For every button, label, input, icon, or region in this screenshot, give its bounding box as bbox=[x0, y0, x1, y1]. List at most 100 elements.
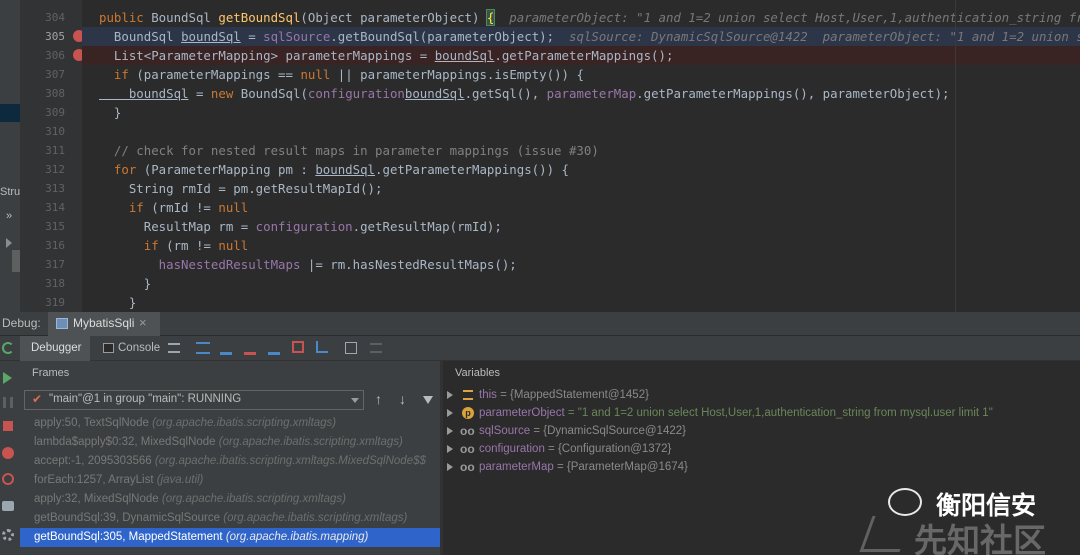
expand-arrow-icon[interactable] bbox=[447, 427, 453, 435]
editor-gutter: 304 305 306 307 308 309 310 311 312 313 314 315 316 3… bbox=[20, 0, 100, 312]
line-number: 306 bbox=[45, 49, 65, 62]
view-breakpoints-icon[interactable] bbox=[2, 447, 14, 459]
code-line[interactable]: public BoundSql getBoundSql(Object param… bbox=[82, 8, 1080, 27]
stack-frame[interactable]: lambda$apply$0:32, MixedSqlNode (org.apa… bbox=[20, 433, 440, 452]
code-token: .getSql(), bbox=[464, 86, 547, 101]
settings-icon[interactable] bbox=[2, 529, 14, 541]
xz-logo bbox=[859, 516, 913, 552]
expand-arrow-icon[interactable] bbox=[447, 409, 453, 417]
trace-icon[interactable] bbox=[370, 343, 382, 353]
object-icon: oo bbox=[460, 460, 475, 474]
variable-row[interactable]: oo sqlSource = {DynamicSqlSource@1422} bbox=[443, 422, 1080, 440]
code-line[interactable] bbox=[82, 122, 1080, 141]
pause-icon[interactable] bbox=[3, 397, 13, 408]
code-line[interactable]: if (rmId != null bbox=[82, 198, 1080, 217]
variable-row[interactable]: oo configuration = {Configuration@1372} bbox=[443, 440, 1080, 458]
code-token: BoundSql bbox=[99, 29, 182, 44]
scroll-thumb[interactable] bbox=[12, 250, 20, 272]
code-token: } bbox=[99, 276, 152, 291]
stack-frame[interactable]: apply:50, TextSqlNode (org.apache.ibatis… bbox=[20, 414, 440, 433]
thread-select-value: "main"@1 in group "main": RUNNING bbox=[49, 393, 242, 405]
debugger-toolbar: Debugger Console bbox=[0, 336, 1080, 361]
step-into-icon[interactable] bbox=[244, 341, 256, 355]
code-line[interactable]: hasNestedResultMaps |= rm.hasNestedResul… bbox=[82, 255, 1080, 274]
code-token: getBoundSql bbox=[218, 10, 301, 25]
code-token: (rm != bbox=[166, 238, 219, 253]
code-token: configuration bbox=[255, 219, 353, 234]
code-line[interactable]: List<ParameterMapping> parameterMappings… bbox=[82, 46, 1080, 65]
arrow-up-icon[interactable]: ↑ bbox=[375, 391, 382, 407]
expand-icon[interactable]: » bbox=[6, 210, 12, 222]
expand-arrow-icon[interactable] bbox=[447, 463, 453, 471]
show-execution-point-icon[interactable] bbox=[196, 342, 210, 354]
code-line[interactable]: } bbox=[82, 274, 1080, 293]
thread-select[interactable]: ✔ "main"@1 in group "main": RUNNING bbox=[24, 390, 364, 410]
code-token: (parameterMappings == bbox=[136, 67, 301, 82]
code-token: if bbox=[99, 200, 152, 215]
variable-name: parameterObject = "1 and 1=2 union selec… bbox=[479, 407, 993, 419]
code-line[interactable]: if (parameterMappings == null || paramet… bbox=[82, 65, 1080, 84]
code-line[interactable]: boundSql = new BoundSql(configurationbou… bbox=[82, 84, 1080, 103]
line-number: 308 bbox=[45, 87, 65, 100]
camera-icon[interactable] bbox=[2, 501, 14, 511]
frames-panel: Frames ✔ "main"@1 in group "main": RUNNI… bbox=[20, 361, 440, 555]
code-token: boundSql bbox=[434, 48, 495, 63]
chevron-down-icon bbox=[351, 398, 359, 403]
code-line[interactable]: } bbox=[82, 103, 1080, 122]
frame-method: apply:50, TextSqlNode bbox=[34, 417, 153, 429]
code-editor[interactable]: public BoundSql getBoundSql(Object param… bbox=[82, 0, 1080, 312]
stack-frame[interactable]: forEach:1257, ArrayList (java.util) bbox=[20, 471, 440, 490]
code-token: (rmId != bbox=[151, 200, 219, 215]
stack-frame[interactable]: getBoundSql:39, DynamicSqlSource (org.ap… bbox=[20, 509, 440, 528]
code-line[interactable]: // check for nested result maps in param… bbox=[82, 141, 1080, 160]
project-selected-row bbox=[0, 104, 20, 122]
arrow-down-icon[interactable]: ↓ bbox=[399, 391, 406, 407]
stack-frame[interactable]: apply:32, MixedSqlNode (org.apache.ibati… bbox=[20, 490, 440, 509]
code-line[interactable]: if (rm != null bbox=[82, 236, 1080, 255]
watermark-site: 先知社区 bbox=[914, 522, 1046, 555]
frames-list: apply:50, TextSqlNode (org.apache.ibatis… bbox=[20, 414, 440, 555]
run-config-name[interactable]: MybatisSqli bbox=[73, 316, 134, 330]
structure-tab[interactable]: Stru bbox=[0, 186, 22, 202]
code-line[interactable]: String rmId = pm.getResultMapId(); bbox=[82, 179, 1080, 198]
scroll-arrow-icon[interactable] bbox=[6, 238, 12, 248]
static-list-icon bbox=[463, 390, 473, 400]
mute-breakpoints-icon[interactable] bbox=[2, 473, 14, 485]
filter-icon[interactable] bbox=[423, 396, 433, 404]
frame-package: (java.util) bbox=[156, 474, 204, 486]
force-step-into-icon[interactable] bbox=[268, 341, 280, 355]
code-token: boundSql bbox=[404, 86, 465, 101]
frames-label: Frames bbox=[32, 367, 70, 379]
expand-arrow-icon[interactable] bbox=[447, 391, 453, 399]
code-token: } bbox=[99, 105, 122, 120]
code-line[interactable]: BoundSql boundSql = sqlSource.getBoundSq… bbox=[82, 27, 1080, 46]
code-token: } bbox=[99, 295, 137, 310]
code-line[interactable]: for (ParameterMapping pm : boundSql.getP… bbox=[82, 160, 1080, 179]
layout-icon[interactable] bbox=[168, 343, 180, 353]
step-over-icon[interactable] bbox=[220, 341, 232, 355]
step-out-icon[interactable] bbox=[292, 341, 304, 353]
code-token: hasNestedResultMaps bbox=[99, 257, 308, 272]
variable-row[interactable]: this = {MappedStatement@1452} bbox=[443, 386, 1080, 404]
code-token: .getParameterMappings(); bbox=[494, 48, 674, 63]
rerun-icon[interactable] bbox=[2, 342, 14, 354]
code-line[interactable]: ResultMap rm = configuration.getResultMa… bbox=[82, 217, 1080, 236]
variable-value: = {DynamicSqlSource@1422} bbox=[530, 425, 686, 437]
tab-console[interactable]: Console bbox=[118, 342, 160, 354]
variable-row[interactable]: p parameterObject = "1 and 1=2 union sele… bbox=[443, 404, 1080, 422]
stack-frame[interactable]: accept:-1, 2095303566 (org.apache.ibatis… bbox=[20, 452, 440, 471]
stop-icon[interactable] bbox=[3, 421, 13, 431]
code-token: .getParameterMappings(), parameterObject… bbox=[636, 86, 950, 101]
resume-icon[interactable] bbox=[3, 372, 12, 384]
stack-frame[interactable]: getBoundSql:305, MappedStatement (org.ap… bbox=[20, 528, 440, 547]
code-token: = bbox=[240, 29, 264, 44]
expand-arrow-icon[interactable] bbox=[447, 445, 453, 453]
close-tab-icon[interactable]: × bbox=[139, 315, 147, 330]
code-line[interactable]: } bbox=[82, 293, 1080, 312]
run-to-cursor-icon[interactable] bbox=[316, 341, 328, 353]
variable-row[interactable]: oo parameterMap = {ParameterMap@1674} bbox=[443, 458, 1080, 476]
code-token: boundSql bbox=[99, 86, 189, 101]
code-token: List<ParameterMapping> parameterMappings… bbox=[99, 48, 435, 63]
code-token: parameterMap bbox=[546, 86, 637, 101]
evaluate-icon[interactable] bbox=[345, 342, 357, 354]
